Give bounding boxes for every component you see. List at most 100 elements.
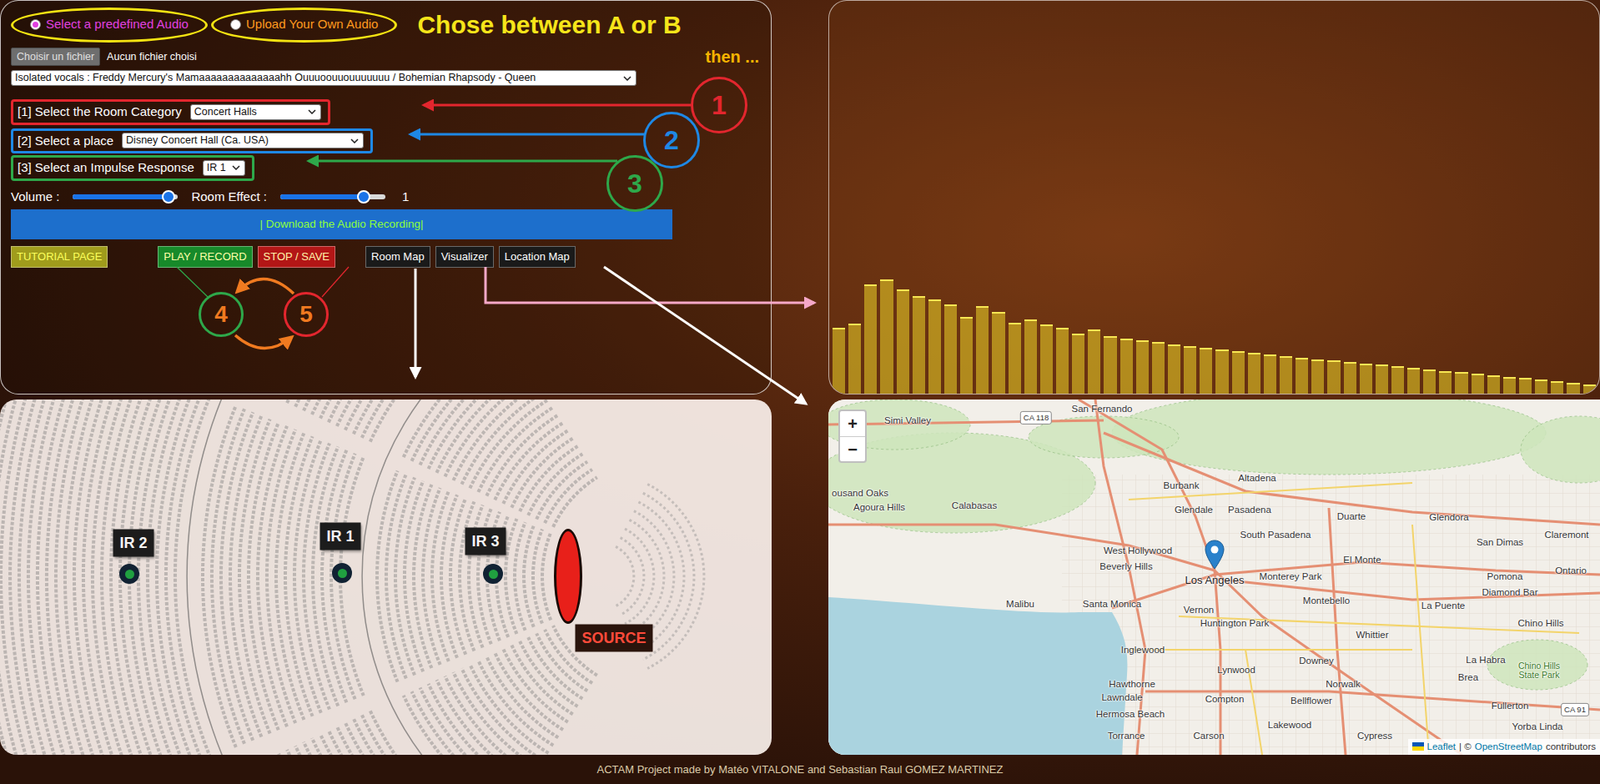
step-label: [3] Select an Impulse Response: [17, 158, 195, 178]
visualizer-bar: [1519, 377, 1532, 394]
place-label: Huntington Park: [1200, 616, 1269, 631]
dropdown[interactable]: IR 1: [202, 160, 246, 177]
visualizer-bar: [1167, 344, 1181, 394]
visualizer-bar: [880, 279, 893, 394]
choose-file-button[interactable]: Choisir un fichier: [10, 47, 101, 67]
volume-slider[interactable]: [72, 194, 178, 200]
place-label: Malibu: [1006, 597, 1035, 612]
place-label: Torrance: [1107, 729, 1146, 744]
download-button[interactable]: | Download the Audio Recording|: [10, 209, 673, 240]
leaflet-link[interactable]: Leaflet: [1427, 739, 1457, 755]
volume-slider-thumb[interactable]: [161, 190, 176, 204]
visualizer-bar: [1279, 356, 1293, 394]
visualizer-bar: [1120, 338, 1133, 394]
room-effect-slider-thumb[interactable]: [357, 190, 371, 204]
radio-label[interactable]: Select a predefined Audio: [45, 15, 189, 35]
stop-button[interactable]: STOP / SAVE: [257, 246, 336, 268]
volume-row: Volume :Room Effect :1: [10, 187, 763, 207]
seating-plan: [0, 399, 772, 755]
place-label: San Fernando: [1071, 402, 1133, 417]
room-map-panel: IR 2IR 1IR 3SOURCE: [0, 399, 772, 755]
source-option[interactable]: Select a predefined Audio: [10, 7, 208, 43]
place-label: Los Angeles: [1185, 572, 1245, 589]
place-label: Chino Hills: [1518, 616, 1565, 631]
annotation-arrow: [235, 335, 292, 349]
chevron-icon: [350, 138, 359, 144]
button-row: TUTORIAL PAGE PLAY / RECORDSTOP / SAVE Roo…: [10, 246, 763, 268]
view-button[interactable]: Visualizer: [435, 246, 494, 268]
place-label: Brea: [1458, 670, 1479, 685]
step-number-badge: 2: [643, 111, 700, 169]
road-label: CA 118: [1020, 411, 1052, 425]
play-button[interactable]: PLAY / RECORD: [157, 246, 252, 268]
visualizer-bar: [1583, 384, 1596, 394]
openstreetmap-link[interactable]: OpenStreetMap: [1474, 739, 1543, 755]
visualizer-bar: [1136, 340, 1149, 394]
dropdown-value[interactable]: Isolated vocals : Freddy Mercury's Mamaa…: [15, 71, 536, 84]
place-label: Yorba Linda: [1512, 719, 1564, 735]
ir-label: IR 2: [112, 529, 154, 558]
view-button[interactable]: Room Map: [365, 246, 431, 268]
dropdown-value[interactable]: Disney Concert Hall (Ca. USA): [125, 134, 269, 146]
visualizer-bar: [864, 284, 877, 394]
place-label: Santa Monica: [1082, 597, 1142, 612]
place-label: Claremont: [1544, 528, 1589, 543]
place-label: Whittier: [1356, 628, 1389, 643]
dropdown[interactable]: Isolated vocals : Freddy Mercury's Mamaa…: [10, 70, 637, 86]
dropdown[interactable]: Disney Concert Hall (Ca. USA): [121, 132, 364, 149]
source-option[interactable]: Upload Your Own Audio: [211, 7, 398, 43]
ir-dot[interactable]: [332, 563, 353, 584]
radio-button[interactable]: [30, 19, 41, 31]
annotation-arrow: [308, 160, 618, 163]
source-label: SOURCE: [574, 624, 653, 653]
source-marker: [553, 528, 583, 624]
room-effect-slider-fill: [280, 194, 364, 200]
radio-button[interactable]: [230, 19, 242, 31]
place-label: Glendale: [1174, 503, 1213, 518]
visualizer-bar: [1407, 367, 1420, 394]
place-label: Ontario: [1554, 563, 1587, 579]
ir-dot[interactable]: [119, 563, 140, 584]
visualizer-bar: [1152, 342, 1165, 394]
location-map-panel[interactable]: Simi ValleySan FernandoCA 118BurbankAlta…: [828, 399, 1600, 755]
place-label: Glendora: [1428, 510, 1469, 525]
map-attribution: Leaflet| ©OpenStreetMapcontributors: [1408, 739, 1600, 755]
place-label: Chino Hills State Park: [1511, 661, 1567, 680]
place-label: Monterey Park: [1259, 569, 1323, 584]
annotation-arrow: [414, 268, 418, 378]
place-label: West Hollywood: [1103, 543, 1173, 559]
place-label: Carson: [1192, 729, 1224, 744]
dropdown-value[interactable]: Concert Halls: [194, 105, 257, 118]
zoom-out-button[interactable]: −: [840, 436, 866, 462]
place-label: El Monte: [1343, 553, 1381, 568]
ir-label: IR 3: [464, 528, 506, 556]
step-row: [3] Select an Impulse Response IR 1: [10, 155, 763, 182]
visualizer-bar: [960, 316, 973, 394]
visualizer-bar: [1438, 371, 1452, 394]
step-number-badge: 3: [606, 155, 664, 212]
credits: ACTAM Project made by Matéo VITALONE and…: [597, 763, 1004, 776]
annotation-layer: 12345: [0, 0, 1600, 784]
room-effect-slider[interactable]: [280, 194, 386, 200]
step-row: [1] Select the Room CategoryConcert Hall…: [10, 99, 763, 126]
zoom-in-button[interactable]: +: [840, 411, 866, 437]
annotation-arrow: [603, 266, 806, 404]
place-label: Inglewood: [1121, 643, 1165, 658]
view-button[interactable]: Location Map: [498, 246, 576, 268]
annotation-arrows: [0, 0, 1600, 784]
ir-dot[interactable]: [483, 563, 504, 584]
dropdown-value[interactable]: IR 1: [206, 161, 227, 174]
chevron-icon: [231, 165, 241, 171]
radio-label[interactable]: Upload Your Own Audio: [246, 15, 378, 35]
visualizer-bar: [896, 289, 910, 394]
visualizer-bar: [1487, 375, 1500, 394]
dropdown[interactable]: Concert Halls: [190, 104, 322, 121]
visualizer-bar: [832, 327, 846, 394]
visualizer-bars: [829, 0, 1600, 394]
visualizer-bar: [1375, 364, 1389, 394]
visualizer-bar: [1327, 360, 1340, 394]
tutorial-button[interactable]: TUTORIAL PAGE: [10, 246, 108, 268]
visualizer-bar: [912, 296, 926, 394]
annotation-arrow: [485, 266, 815, 303]
step-label: [2] Select a place: [17, 131, 114, 151]
